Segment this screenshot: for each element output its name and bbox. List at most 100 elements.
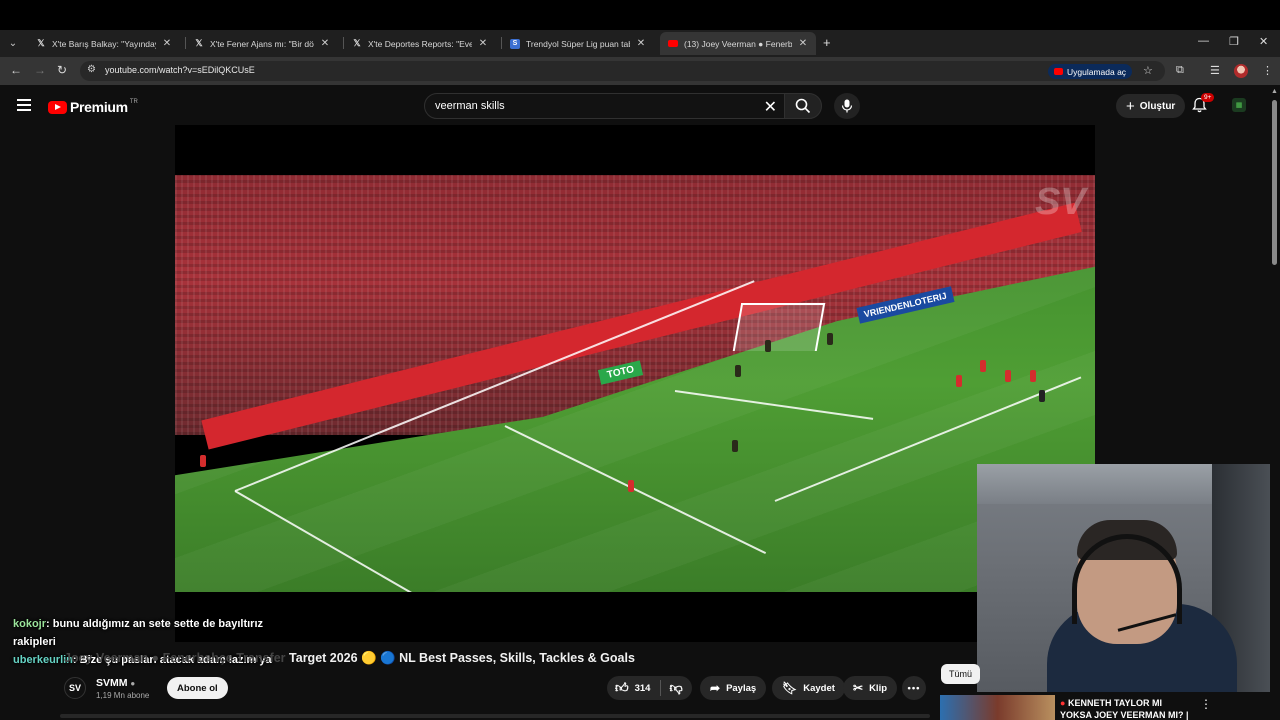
filter-chip-all[interactable]: Tümü — [941, 664, 981, 684]
share-label: Paylaş — [726, 682, 757, 694]
open-in-app-button[interactable]: Uygulamada aç — [1048, 64, 1133, 79]
share-button[interactable]: ➦ Paylaş — [700, 676, 767, 700]
live-icon: ● — [1060, 698, 1066, 708]
close-icon[interactable]: ✕ — [162, 38, 172, 49]
reload-button[interactable]: ↻ — [57, 63, 67, 77]
more-actions-button[interactable]: ••• — [902, 676, 926, 700]
player-figure — [732, 440, 738, 452]
new-tab-button[interactable]: + — [823, 35, 831, 50]
tab-3[interactable]: 𝕏 X'te Deportes Reports: "Everto ✕ — [344, 32, 496, 55]
goal — [732, 303, 826, 351]
tab-title: X'te Deportes Reports: "Everto — [368, 38, 472, 49]
like-count: 314 — [634, 682, 651, 694]
scroll-up-arrow-icon[interactable]: ▲ — [1271, 88, 1278, 95]
site-info-icon[interactable]: ⚙ — [87, 64, 96, 75]
site-icon: S — [510, 38, 520, 49]
open-in-app-label: Uygulamada aç — [1067, 66, 1127, 77]
player-figure — [827, 333, 833, 345]
save-label: Kaydet — [803, 682, 835, 694]
url-text: youtube.com/watch?v=sEDilQKCUsE — [105, 65, 255, 75]
thumbs-up-icon: 👍︎ — [615, 680, 629, 695]
screen: ⌄ 𝕏 X'te Barış Balkay: "Yayındayım. ✕ 𝕏 … — [0, 0, 1280, 720]
video-title: Joey Veerman ● Fenerbahçe Transfer Targe… — [64, 651, 635, 666]
recommendation-title[interactable]: ● KENNETH TAYLOR MI YOKSA JOEY VEERMAN M… — [1060, 697, 1190, 720]
recommendation-title-text: KENNETH TAYLOR MI YOKSA JOEY VEERMAN MI?… — [1060, 698, 1189, 720]
forward-button[interactable]: → — [34, 63, 46, 77]
microphone-icon — [841, 99, 853, 113]
tab-title: Trendyol Süper Lig puan tablos — [526, 38, 630, 49]
video-title-text: Target 2026 🟡 🔵 NL Best Passes, Skills, … — [289, 651, 635, 665]
tab-4[interactable]: S Trendyol Süper Lig puan tablos ✕ — [502, 32, 654, 55]
search-icon — [795, 98, 811, 114]
video-title-obscured: Joey Veerman ● Fenerbahçe Transfer — [64, 651, 286, 665]
create-label: Oluştur — [1139, 100, 1176, 112]
close-icon[interactable]: ✕ — [636, 38, 646, 49]
thumbs-down-icon: 👎︎ — [669, 680, 683, 695]
back-button[interactable]: ← — [10, 63, 22, 77]
search-input[interactable]: veerman skills ✕ — [424, 93, 786, 119]
chat-username: kokojr — [13, 618, 47, 630]
recommendation-menu-icon[interactable]: ⋮ — [1200, 697, 1212, 711]
notifications-button[interactable]: 9+ — [1192, 93, 1215, 118]
verified-icon: ● — [130, 679, 136, 688]
scrollbar-thumb[interactable] — [1272, 100, 1277, 265]
plus-icon: + — [1126, 97, 1135, 115]
subscribe-button[interactable]: Abone ol — [167, 677, 228, 699]
hamburger-menu-icon[interactable] — [17, 99, 31, 114]
bookmark-star-icon[interactable]: ☆ — [1143, 64, 1153, 77]
player-figure — [1030, 370, 1036, 382]
search-query: veerman skills — [435, 100, 505, 112]
extensions-icon[interactable]: ⧉ — [1176, 64, 1184, 77]
video-frame: VRIENDENLOTERIJ TOTO SV — [175, 175, 1095, 592]
player-figure — [1005, 370, 1011, 382]
tab-search-icon[interactable]: ⌄ — [5, 35, 21, 51]
youtube-icon — [668, 39, 678, 49]
close-icon[interactable]: ✕ — [478, 38, 488, 49]
player-figure — [980, 360, 986, 372]
player-figure — [956, 375, 962, 387]
browser-menu-icon[interactable]: ⋮ — [1262, 64, 1273, 77]
description-box-edge — [60, 714, 930, 718]
close-window-button[interactable]: ✕ — [1259, 35, 1268, 48]
channel-avatar[interactable]: SV — [64, 677, 86, 699]
logo-text: Premium — [70, 99, 128, 115]
tab-5-active[interactable]: (13) Joey Veerman ● Fenerbahç ✕ — [660, 32, 816, 55]
voice-search-button[interactable] — [834, 93, 860, 119]
minimize-button[interactable]: — — [1198, 35, 1209, 47]
recommendation-thumbnail[interactable] — [940, 695, 1055, 720]
chat-text: : bunu aldığımız an sete sette de bayılt… — [13, 618, 264, 648]
tab-title: X'te Fener Ajans mı: "Bir dönerc — [210, 38, 314, 49]
bookmark-icon: 🔖︎ — [782, 681, 798, 695]
like-dislike-group: 👍︎ 314 👎︎ — [607, 676, 692, 700]
clip-label: Klip — [869, 682, 888, 694]
like-button[interactable]: 👍︎ 314 — [607, 680, 662, 696]
tab-title: (13) Joey Veerman ● Fenerbahç — [684, 38, 792, 49]
player-figure — [735, 365, 741, 377]
dislike-button[interactable]: 👎︎ — [661, 680, 682, 696]
channel-name-text: SVMM — [96, 677, 128, 689]
maximize-button[interactable]: ❐ — [1229, 35, 1239, 48]
video-player[interactable]: VRIENDENLOTERIJ TOTO SV — [175, 125, 1095, 642]
profile-avatar[interactable] — [1234, 64, 1248, 78]
clip-button[interactable]: ✂ Klip — [843, 676, 898, 700]
close-icon[interactable]: ✕ — [320, 38, 330, 49]
channel-name[interactable]: SVMM ● — [96, 677, 135, 689]
reading-list-icon[interactable]: ☰ — [1210, 64, 1220, 77]
create-button[interactable]: + Oluştur — [1116, 94, 1186, 118]
tab-title: X'te Barış Balkay: "Yayındayım. — [52, 38, 156, 49]
player-figure — [765, 340, 771, 352]
region-code: TR — [129, 99, 138, 105]
address-bar[interactable]: ⚙ youtube.com/watch?v=sEDilQKCUsE — [80, 61, 1165, 81]
close-icon[interactable]: ✕ — [798, 38, 808, 49]
youtube-premium-logo[interactable]: Premium TR — [48, 99, 138, 115]
account-avatar[interactable]: ▦ — [1232, 98, 1246, 112]
clear-search-icon[interactable]: ✕ — [764, 97, 777, 117]
save-button[interactable]: 🔖︎ Kaydet — [772, 676, 845, 700]
x-logo-icon: 𝕏 — [195, 38, 203, 48]
streamer-webcam — [977, 464, 1270, 692]
youtube-icon — [1054, 68, 1063, 75]
share-arrow-icon: ➦ — [710, 681, 721, 695]
tab-1[interactable]: 𝕏 X'te Barış Balkay: "Yayındayım. ✕ — [28, 32, 180, 55]
search-button[interactable] — [784, 93, 822, 119]
tab-2[interactable]: 𝕏 X'te Fener Ajans mı: "Bir dönerc ✕ — [186, 32, 338, 55]
